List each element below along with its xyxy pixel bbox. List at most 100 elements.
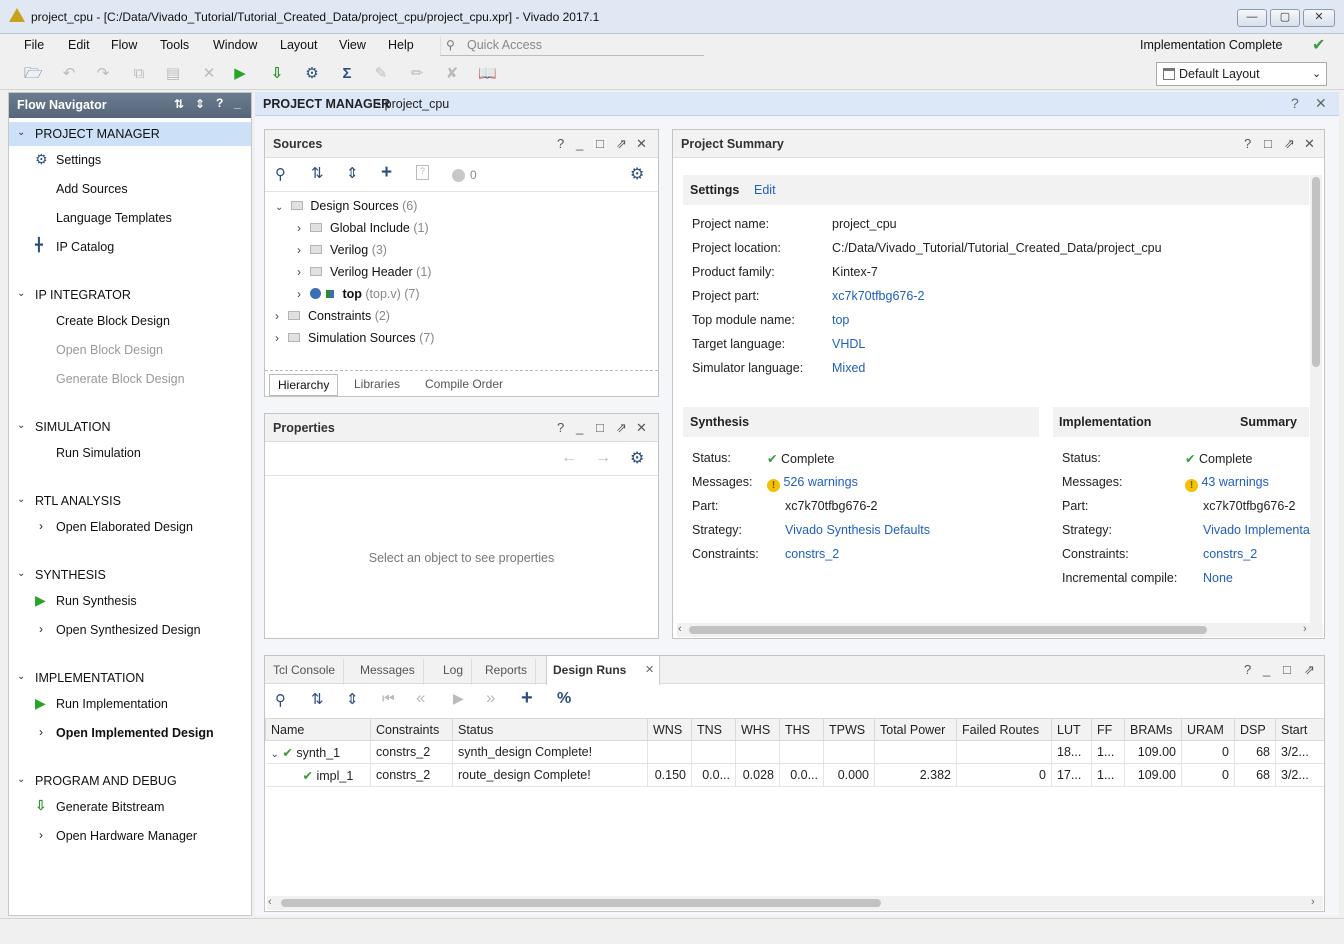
col-brams[interactable]: BRAMs: [1124, 718, 1182, 741]
close-icon[interactable]: ✕: [1315, 95, 1327, 112]
tab-hierarchy[interactable]: Hierarchy: [269, 374, 339, 396]
maximize-panel-icon[interactable]: □: [596, 136, 604, 151]
close-icon[interactable]: ✕: [1304, 136, 1315, 152]
nav-language-templates[interactable]: Language Templates: [56, 211, 172, 225]
scrollbar-thumb[interactable]: [689, 626, 1207, 634]
menu-tools[interactable]: Tools: [160, 38, 189, 52]
table-row[interactable]: ✔ impl_1 constrs_2 route_design Complete…: [265, 763, 1324, 787]
col-name[interactable]: Name: [265, 718, 371, 741]
expand-all-icon[interactable]: ⇕: [195, 97, 205, 111]
chevron-down-icon[interactable]: ⌄: [17, 671, 25, 682]
help-icon[interactable]: ?: [1291, 95, 1299, 111]
col-start[interactable]: Start: [1275, 718, 1324, 741]
nav-open-block-design[interactable]: Open Block Design: [56, 343, 163, 357]
minimize-panel-icon[interactable]: _: [576, 420, 583, 435]
tree-design-sources[interactable]: ⌄ Design Sources (6): [275, 199, 417, 213]
debug-mark-icon[interactable]: ✏: [408, 65, 426, 83]
collapse-all-icon[interactable]: ⇅: [311, 690, 324, 708]
first-icon[interactable]: ⏮: [382, 690, 395, 707]
synthesis-warnings-link[interactable]: 526 warnings: [783, 475, 857, 489]
col-lut[interactable]: LUT: [1051, 718, 1092, 741]
maximize-panel-icon[interactable]: □: [596, 420, 604, 435]
impl-warnings-link[interactable]: 43 warnings: [1201, 475, 1268, 489]
add-sources-icon[interactable]: +: [381, 162, 392, 184]
nav-open-implemented-design[interactable]: Open Implemented Design: [56, 726, 214, 740]
col-ff[interactable]: FF: [1091, 718, 1125, 741]
undo-icon[interactable]: ↶: [60, 65, 78, 83]
impl-strategy-link[interactable]: Vivado Implementatio: [1203, 523, 1310, 537]
implementation-summary-tab[interactable]: Summary: [1240, 415, 1297, 429]
layout-select[interactable]: Default Layout ⌄: [1156, 62, 1327, 86]
help-icon[interactable]: ?: [216, 96, 223, 110]
scroll-right-icon[interactable]: ›: [1303, 623, 1307, 635]
maximize-panel-icon[interactable]: □: [1283, 662, 1291, 677]
tree-constraints[interactable]: › Constraints (2): [275, 309, 390, 323]
col-uram[interactable]: URAM: [1181, 718, 1235, 741]
gear-icon[interactable]: ⚙: [630, 164, 644, 184]
col-ths[interactable]: THS: [779, 718, 824, 741]
scroll-left-icon[interactable]: ‹: [678, 623, 682, 635]
nav-open-synthesized-design[interactable]: Open Synthesized Design: [56, 623, 201, 637]
nav-open-hardware-manager[interactable]: Open Hardware Manager: [56, 829, 197, 843]
redo-icon[interactable]: ↷: [94, 65, 112, 83]
chevron-down-icon[interactable]: ⌄: [17, 494, 25, 505]
top-module-link[interactable]: top: [832, 313, 849, 327]
tree-verilog-header[interactable]: › Verilog Header (1): [297, 265, 431, 279]
nav-open-elaborated-design[interactable]: Open Elaborated Design: [56, 520, 193, 534]
col-whs[interactable]: WHS: [735, 718, 780, 741]
impl-constraints-link[interactable]: constrs_2: [1203, 547, 1257, 561]
tab-messages[interactable]: Messages: [352, 659, 424, 685]
nav-run-synthesis[interactable]: Run Synthesis: [56, 594, 137, 608]
nav-run-implementation[interactable]: Run Implementation: [56, 697, 168, 711]
nav-settings[interactable]: Settings: [56, 153, 101, 167]
project-part-link[interactable]: xc7k70tfbg676-2: [832, 289, 924, 303]
minimize-panel-icon[interactable]: _: [234, 96, 241, 110]
section-rtl-analysis[interactable]: RTL ANALYSIS: [35, 494, 121, 508]
previous-icon[interactable]: «: [416, 688, 425, 708]
play-icon[interactable]: ▶: [453, 690, 464, 707]
copy-icon[interactable]: ⧉: [130, 65, 148, 83]
col-total-power[interactable]: Total Power: [874, 718, 957, 741]
maximize-panel-icon[interactable]: □: [1264, 136, 1272, 151]
search-icon[interactable]: ⚲: [275, 165, 286, 183]
run-icon[interactable]: ▶: [231, 65, 249, 83]
minimize-panel-icon[interactable]: _: [1263, 662, 1270, 677]
gear-icon[interactable]: ⚙: [630, 448, 644, 468]
source-file-properties-icon[interactable]: ?: [416, 165, 429, 180]
tree-global-include[interactable]: › Global Include (1): [297, 221, 429, 235]
section-project-manager[interactable]: PROJECT MANAGER: [35, 127, 160, 141]
float-panel-icon[interactable]: ⇗: [616, 420, 627, 436]
tree-top-module[interactable]: › top (top.v) (7): [297, 287, 420, 301]
menu-flow[interactable]: Flow: [111, 38, 137, 52]
menu-view[interactable]: View: [339, 38, 366, 52]
table-row[interactable]: ⌄ ✔ synth_1 constrs_2 synth_design Compl…: [265, 740, 1324, 764]
nav-create-block-design[interactable]: Create Block Design: [56, 314, 170, 328]
delete-icon[interactable]: ✕: [200, 65, 218, 83]
search-icon[interactable]: ⚲: [275, 691, 286, 709]
back-arrow-icon[interactable]: ←: [561, 449, 577, 467]
float-panel-icon[interactable]: ⇗: [1284, 136, 1295, 152]
report-sigma-icon[interactable]: Σ: [338, 65, 356, 83]
chevron-right-icon[interactable]: ›: [39, 725, 43, 739]
float-panel-icon[interactable]: ⇗: [616, 136, 627, 152]
chevron-down-icon[interactable]: ⌄: [17, 568, 25, 579]
chevron-down-icon[interactable]: ⌄: [17, 288, 25, 299]
help-icon[interactable]: ?: [1244, 136, 1251, 151]
debug-clear-icon[interactable]: ✘: [443, 65, 461, 83]
chevron-right-icon[interactable]: ›: [39, 519, 43, 533]
impl-incremental-link[interactable]: None: [1203, 571, 1233, 585]
chevron-down-icon[interactable]: ⌄: [17, 127, 25, 138]
menu-edit[interactable]: Edit: [68, 38, 90, 52]
tree-verilog[interactable]: › Verilog (3): [297, 243, 387, 257]
col-status[interactable]: Status: [452, 718, 648, 741]
help-icon[interactable]: ?: [557, 420, 564, 435]
menu-help[interactable]: Help: [388, 38, 414, 52]
chevron-down-icon[interactable]: ⌄: [271, 749, 279, 760]
scroll-left-icon[interactable]: ‹: [268, 896, 272, 908]
close-icon[interactable]: ✕: [636, 136, 647, 152]
scrollbar-thumb[interactable]: [281, 899, 881, 907]
nav-ip-catalog[interactable]: IP Catalog: [56, 240, 114, 254]
section-implementation[interactable]: IMPLEMENTATION: [35, 671, 144, 685]
summary-vertical-scrollbar[interactable]: [1310, 175, 1322, 623]
help-icon[interactable]: ?: [557, 136, 564, 151]
